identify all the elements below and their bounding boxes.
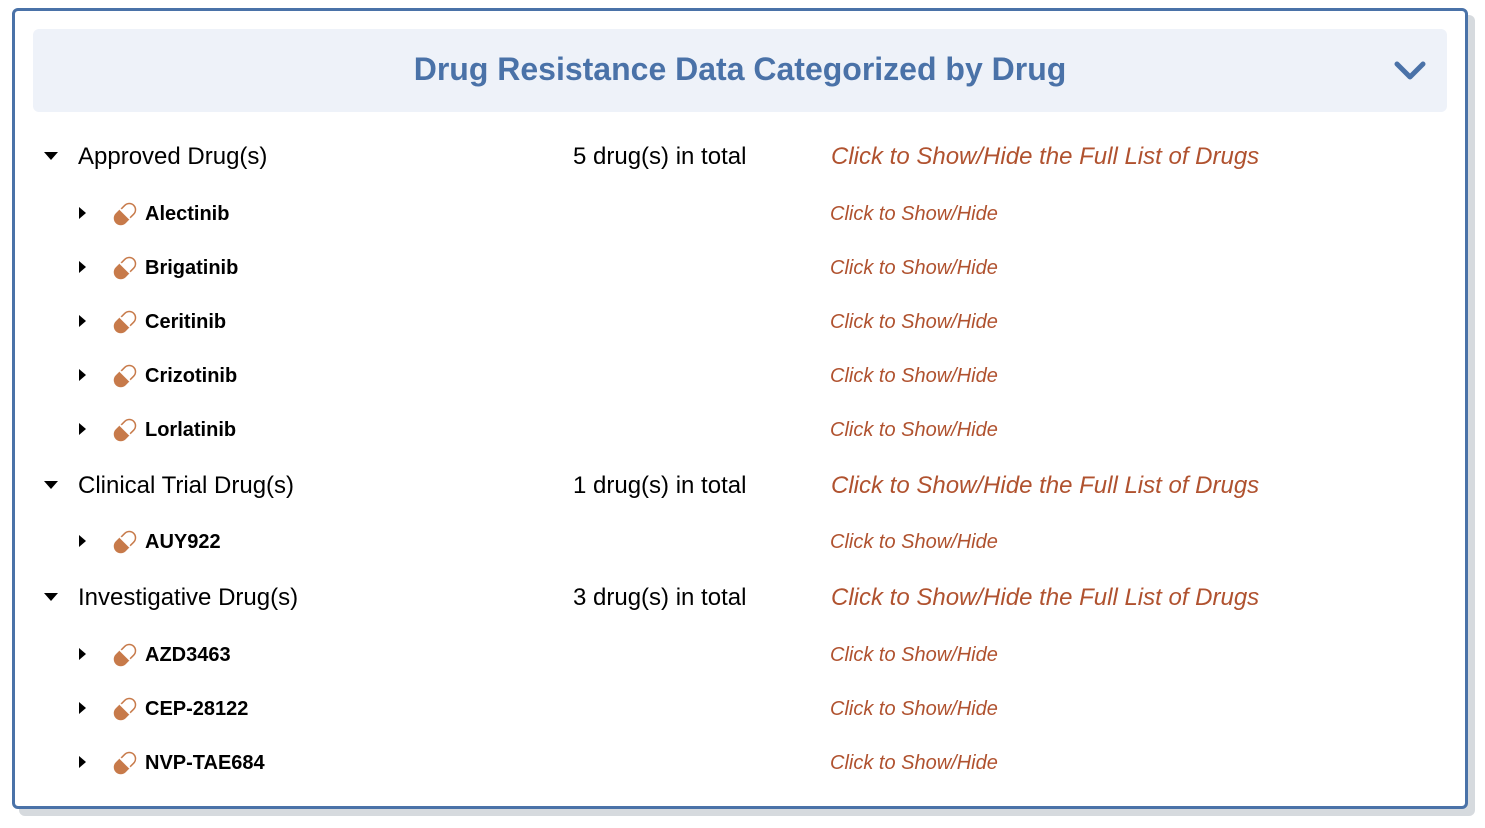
page-title: Drug Resistance Data Categorized by Drug [413, 51, 1067, 87]
category-label[interactable]: Investigative Drug(s) [78, 584, 298, 612]
drug-row: AZD3463 Click to Show/Hide [15, 635, 1465, 675]
caret-down-icon[interactable] [43, 150, 59, 162]
pill-icon [113, 697, 137, 721]
pill-icon [113, 418, 137, 442]
show-hide-list-link[interactable]: Click to Show/Hide the Full List of Drug… [831, 143, 1259, 171]
show-hide-link[interactable]: Click to Show/Hide [830, 203, 998, 226]
drug-row: Lorlatinib Click to Show/Hide [15, 410, 1465, 450]
panel-header[interactable]: Drug Resistance Data Categorized by Drug [33, 29, 1447, 112]
drug-resistance-panel: Drug Resistance Data Categorized by Drug… [12, 8, 1468, 809]
caret-right-icon[interactable] [77, 534, 87, 548]
category-count: 3 drug(s) in total [573, 584, 747, 611]
pill-icon [113, 310, 137, 334]
drug-row: Crizotinib Click to Show/Hide [15, 356, 1465, 396]
chevron-down-icon[interactable] [1393, 59, 1427, 83]
drug-name[interactable]: Crizotinib [145, 365, 237, 388]
caret-right-icon[interactable] [77, 206, 87, 220]
category-label[interactable]: Approved Drug(s) [78, 143, 267, 171]
caret-right-icon[interactable] [77, 755, 87, 769]
caret-right-icon[interactable] [77, 368, 87, 382]
drug-name[interactable]: Brigatinib [145, 257, 238, 280]
pill-icon [113, 364, 137, 388]
drug-name[interactable]: Alectinib [145, 203, 229, 226]
show-hide-link[interactable]: Click to Show/Hide [830, 257, 998, 280]
drug-name[interactable]: Ceritinib [145, 311, 226, 334]
show-hide-list-link[interactable]: Click to Show/Hide the Full List of Drug… [831, 584, 1259, 612]
caret-right-icon[interactable] [77, 314, 87, 328]
drug-row: Brigatinib Click to Show/Hide [15, 248, 1465, 288]
caret-down-icon[interactable] [43, 479, 59, 491]
pill-icon [113, 643, 137, 667]
drug-row: Ceritinib Click to Show/Hide [15, 302, 1465, 342]
show-hide-list-link[interactable]: Click to Show/Hide the Full List of Drug… [831, 472, 1259, 500]
caret-right-icon[interactable] [77, 422, 87, 436]
drug-row: AUY922 Click to Show/Hide [15, 522, 1465, 562]
category-row-approved: Approved Drug(s) 5 drug(s) in total Clic… [15, 137, 1465, 177]
show-hide-link[interactable]: Click to Show/Hide [830, 752, 998, 775]
show-hide-link[interactable]: Click to Show/Hide [830, 698, 998, 721]
pill-icon [113, 202, 137, 226]
category-label[interactable]: Clinical Trial Drug(s) [78, 472, 294, 500]
category-row-investigative: Investigative Drug(s) 3 drug(s) in total… [15, 578, 1465, 618]
caret-right-icon[interactable] [77, 260, 87, 274]
category-count: 1 drug(s) in total [573, 472, 747, 499]
drug-name[interactable]: CEP-28122 [145, 698, 248, 721]
pill-icon [113, 751, 137, 775]
drug-name[interactable]: NVP-TAE684 [145, 752, 265, 775]
show-hide-link[interactable]: Click to Show/Hide [830, 644, 998, 667]
drug-name[interactable]: AUY922 [145, 531, 221, 554]
drug-row: CEP-28122 Click to Show/Hide [15, 689, 1465, 729]
show-hide-link[interactable]: Click to Show/Hide [830, 311, 998, 334]
category-row-clinical-trial: Clinical Trial Drug(s) 1 drug(s) in tota… [15, 466, 1465, 506]
caret-right-icon[interactable] [77, 647, 87, 661]
pill-icon [113, 530, 137, 554]
pill-icon [113, 256, 137, 280]
drug-name[interactable]: AZD3463 [145, 644, 231, 667]
show-hide-link[interactable]: Click to Show/Hide [830, 531, 998, 554]
caret-right-icon[interactable] [77, 701, 87, 715]
show-hide-link[interactable]: Click to Show/Hide [830, 365, 998, 388]
caret-down-icon[interactable] [43, 591, 59, 603]
drug-row: NVP-TAE684 Click to Show/Hide [15, 743, 1465, 783]
show-hide-link[interactable]: Click to Show/Hide [830, 419, 998, 442]
drug-name[interactable]: Lorlatinib [145, 419, 236, 442]
category-count: 5 drug(s) in total [573, 143, 747, 170]
drug-row: Alectinib Click to Show/Hide [15, 194, 1465, 234]
